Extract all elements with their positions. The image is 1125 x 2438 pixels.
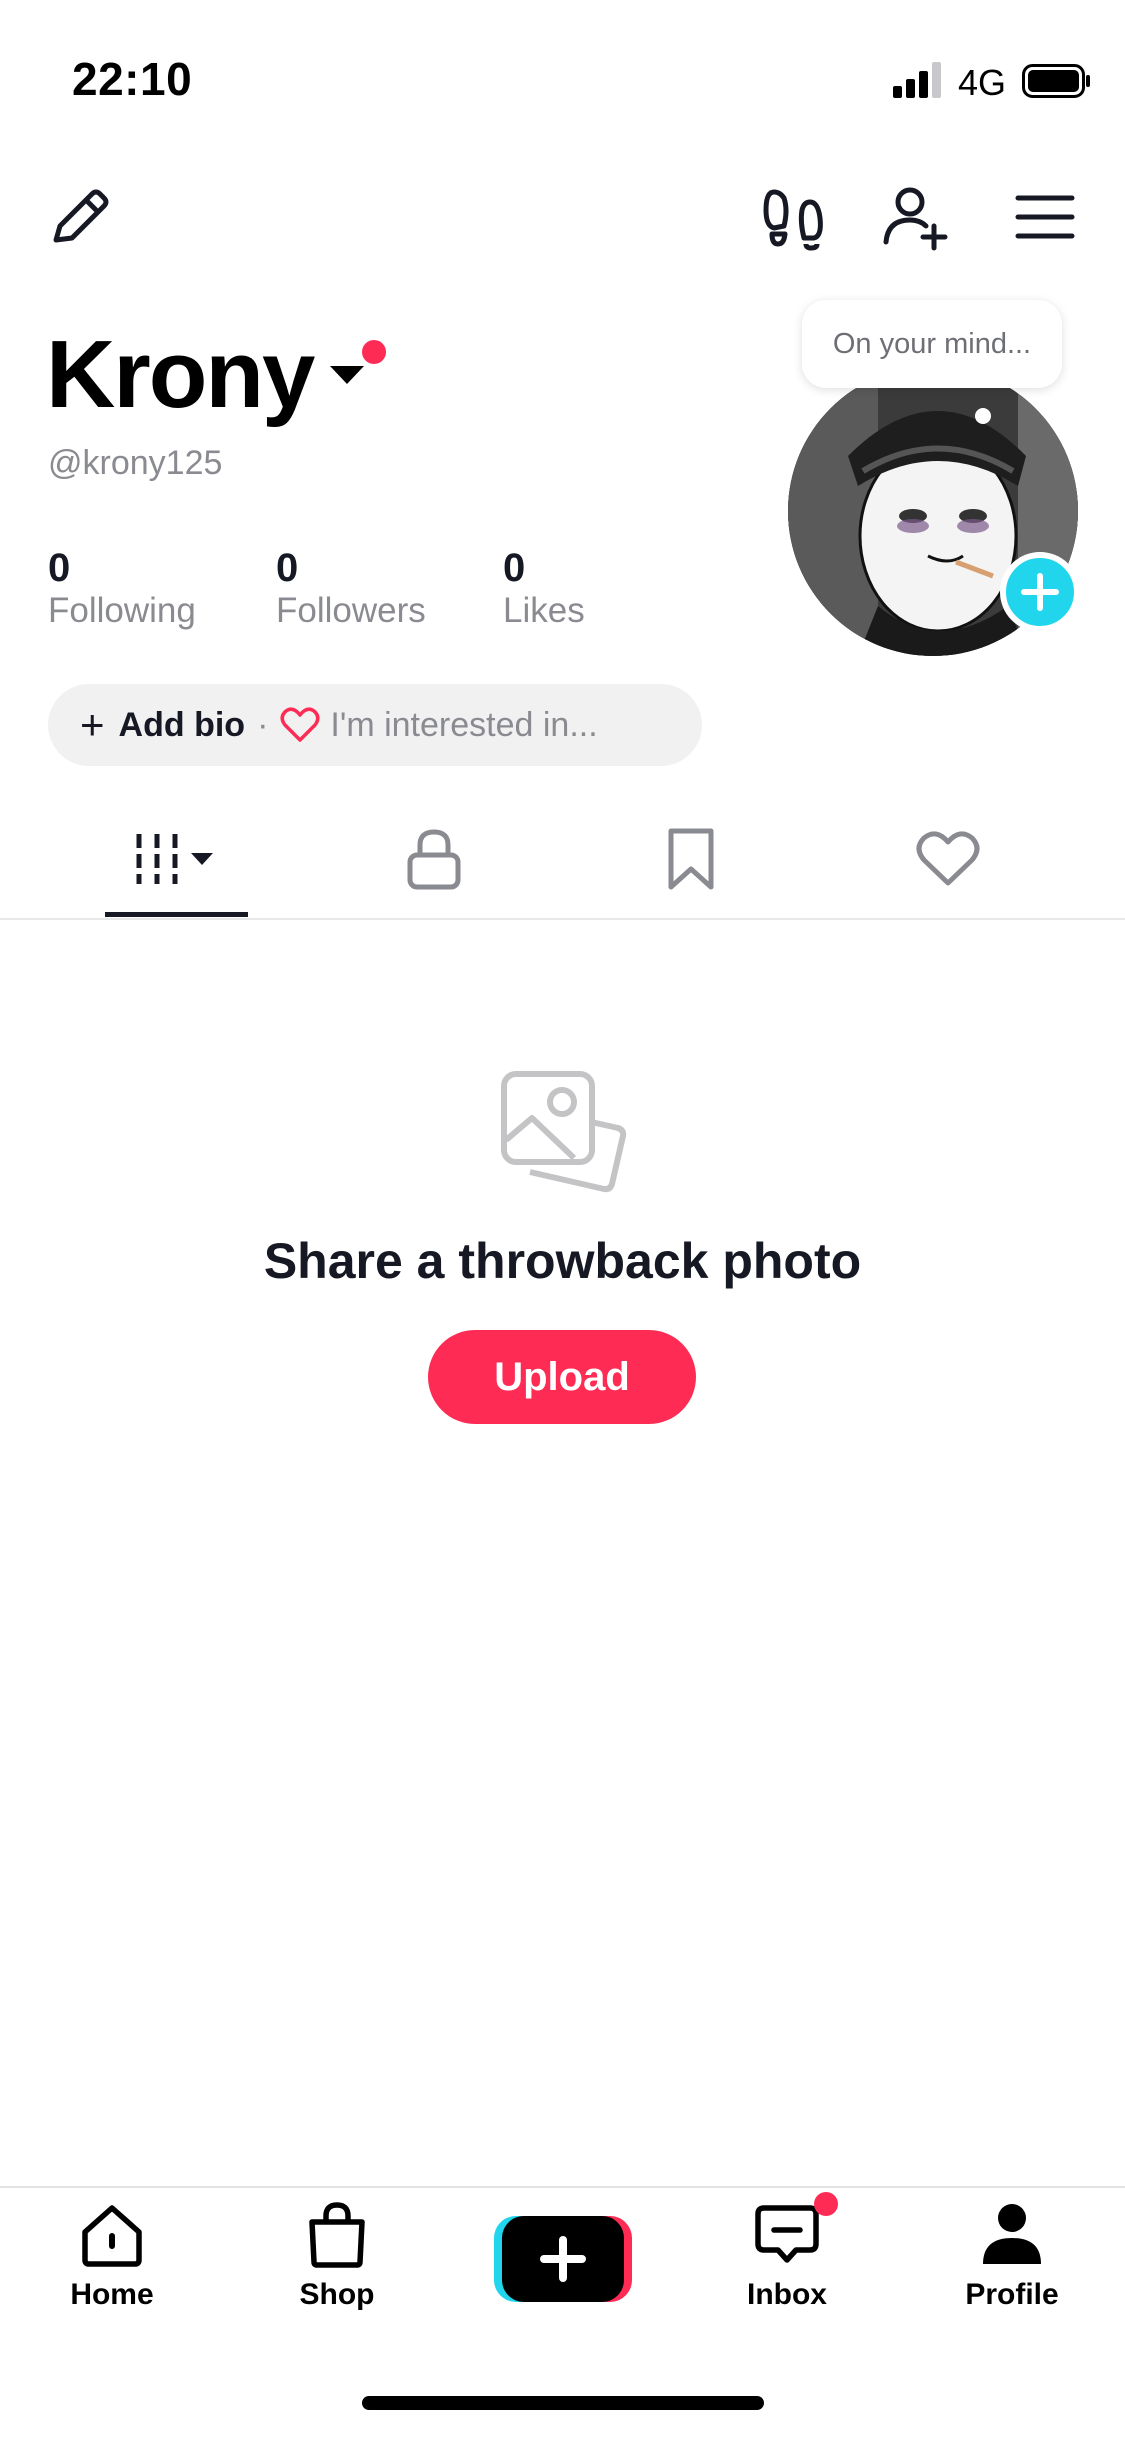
lock-icon xyxy=(407,829,461,890)
nav-profile-label: Profile xyxy=(965,2278,1059,2311)
signal-icon xyxy=(893,62,941,98)
photos-icon xyxy=(501,1071,627,1193)
profile-icon xyxy=(983,2204,1041,2264)
battery-icon xyxy=(1022,64,1090,98)
upload-button[interactable]: Upload xyxy=(428,1330,696,1424)
profile-handle: @krony125 xyxy=(48,444,223,482)
shop-bag-icon xyxy=(309,2202,365,2268)
nav-home[interactable]: Home xyxy=(17,2200,207,2312)
heart-icon xyxy=(280,707,320,742)
create-plus-icon[interactable] xyxy=(494,2216,632,2302)
tab-private[interactable] xyxy=(334,800,534,918)
stat-following[interactable]: 0 Following xyxy=(48,546,196,631)
plus-icon xyxy=(1021,573,1059,611)
nav-shop-label: Shop xyxy=(299,2278,375,2311)
interest-label: I'm interested in... xyxy=(330,705,598,744)
empty-state-title: Share a throwback photo xyxy=(263,1233,862,1289)
add-bio-label: Add bio xyxy=(118,705,246,744)
nav-profile[interactable]: Profile xyxy=(917,2200,1107,2312)
stat-likes[interactable]: 0 Likes xyxy=(503,546,585,631)
nav-inbox[interactable]: Inbox xyxy=(692,2200,882,2312)
stat-likes-value: 0 xyxy=(503,546,526,590)
bio-separator: · xyxy=(257,705,269,744)
edit-icon[interactable] xyxy=(46,182,116,252)
stat-following-label: Following xyxy=(48,591,196,630)
tab-liked[interactable] xyxy=(848,800,1048,918)
add-story-button[interactable] xyxy=(1000,552,1080,632)
active-tab-indicator xyxy=(105,912,248,917)
menu-icon[interactable] xyxy=(1010,182,1080,252)
network-type: 4G xyxy=(958,62,1007,103)
profile-name[interactable]: Krony xyxy=(46,320,315,430)
notification-dot xyxy=(362,340,386,364)
stat-likes-label: Likes xyxy=(503,591,585,630)
bookmark-icon xyxy=(668,828,714,890)
tab-videos[interactable] xyxy=(77,800,277,918)
home-icon xyxy=(82,2205,142,2267)
content-tabs xyxy=(0,800,1125,920)
tab-favorites[interactable] xyxy=(591,800,791,918)
add-friend-icon[interactable] xyxy=(880,182,950,252)
heart-icon xyxy=(916,831,980,886)
nav-inbox-label: Inbox xyxy=(747,2278,827,2311)
stat-followers-value: 0 xyxy=(276,546,299,590)
add-bio-pill[interactable]: + Add bio · I'm interested in... xyxy=(48,684,702,766)
thought-bubble[interactable]: On your mind... xyxy=(802,300,1062,388)
nav-shop[interactable]: Shop xyxy=(242,2200,432,2312)
home-indicator xyxy=(362,2396,764,2410)
stat-followers[interactable]: 0 Followers xyxy=(276,546,426,631)
stat-followers-label: Followers xyxy=(276,591,426,630)
inbox-notification-dot xyxy=(814,2192,838,2216)
account-switch-caret-icon[interactable] xyxy=(330,366,364,384)
status-time: 22:10 xyxy=(72,53,193,105)
plus-icon: + xyxy=(80,701,105,748)
grid-icon xyxy=(136,834,213,884)
footprints-icon[interactable] xyxy=(760,182,830,252)
inbox-icon xyxy=(755,2205,819,2263)
stat-following-value: 0 xyxy=(48,546,71,590)
nav-home-label: Home xyxy=(70,2278,154,2311)
